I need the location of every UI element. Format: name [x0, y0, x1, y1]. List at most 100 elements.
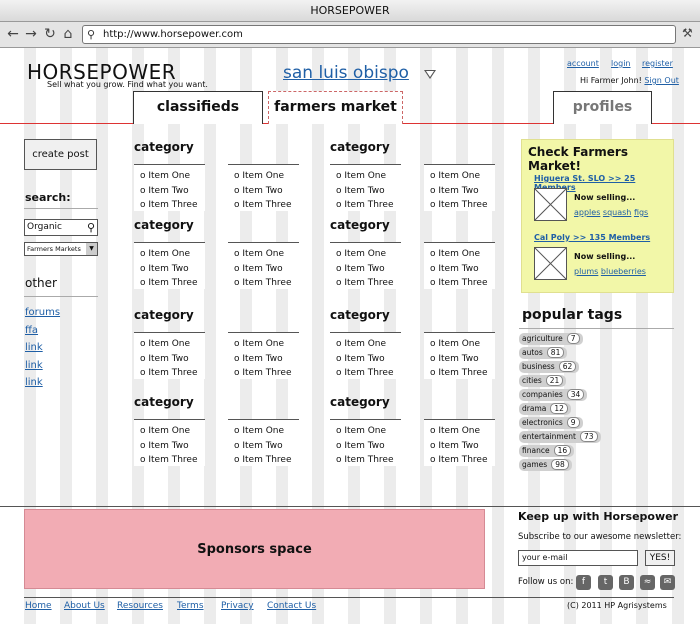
category-heading[interactable]: category	[330, 218, 390, 232]
list-item[interactable]: Item Two	[234, 439, 299, 454]
sidebar-link[interactable]: link	[25, 377, 43, 388]
register-link[interactable]: register	[642, 59, 673, 68]
category-heading[interactable]: category	[330, 308, 390, 322]
category-heading[interactable]: category	[134, 308, 194, 322]
product-link[interactable]: apples	[574, 208, 600, 217]
create-post-button[interactable]: create post	[24, 139, 97, 170]
list-item[interactable]: Item One	[430, 424, 495, 439]
list-item[interactable]: Item Three	[140, 276, 205, 291]
url-bar[interactable]: ⚲ http://www.horsepower.com	[82, 25, 676, 44]
list-item[interactable]: Item Two	[430, 184, 495, 199]
home-icon[interactable]: ⌂	[61, 26, 75, 42]
subscribe-button[interactable]: YES!	[645, 550, 675, 566]
list-item[interactable]: Item One	[234, 169, 299, 184]
footer-link-resources[interactable]: Resources	[117, 601, 163, 611]
tag-item[interactable]: drama 12	[519, 403, 571, 415]
list-item[interactable]: Item Two	[336, 352, 401, 367]
twitter-icon[interactable]: t	[598, 575, 613, 590]
back-icon[interactable]: ←	[6, 26, 20, 42]
list-item[interactable]: Item Two	[430, 262, 495, 277]
dropdown-arrow-icon[interactable]	[424, 70, 436, 79]
tag-item[interactable]: business 62	[519, 361, 580, 373]
account-link[interactable]: account	[567, 59, 599, 68]
list-item[interactable]: Item Three	[430, 453, 495, 468]
list-item[interactable]: Item One	[336, 247, 401, 262]
list-item[interactable]: Item Three	[336, 366, 401, 381]
list-item[interactable]: Item Two	[336, 262, 401, 277]
list-item[interactable]: Item Three	[430, 366, 495, 381]
tag-item[interactable]: finance 16	[519, 445, 575, 457]
list-item[interactable]: Item Three	[140, 366, 205, 381]
list-item[interactable]: Item Two	[234, 184, 299, 199]
login-link[interactable]: login	[611, 59, 631, 68]
footer-link-about[interactable]: About Us	[64, 601, 105, 611]
list-item[interactable]: Item Two	[140, 262, 205, 277]
tag-item[interactable]: games 98	[519, 459, 572, 471]
list-item[interactable]: Item Two	[234, 352, 299, 367]
list-item[interactable]: Item One	[336, 424, 401, 439]
list-item[interactable]: Item Three	[234, 198, 299, 213]
rss-icon[interactable]: ≈	[640, 575, 655, 590]
list-item[interactable]: Item Three	[234, 453, 299, 468]
list-item[interactable]: Item Three	[234, 276, 299, 291]
sidebar-link[interactable]: link	[25, 360, 43, 371]
list-item[interactable]: Item One	[234, 337, 299, 352]
search-input[interactable]: Organic ⚲	[24, 219, 98, 236]
footer-link-home[interactable]: Home	[25, 601, 52, 611]
list-item[interactable]: Item One	[140, 169, 205, 184]
list-item[interactable]: Item Three	[234, 366, 299, 381]
sidebar-link-forums[interactable]: forums	[25, 307, 60, 318]
footer-link-contact[interactable]: Contact Us	[267, 601, 316, 611]
tag-item[interactable]: agriculture 7	[519, 333, 583, 345]
category-heading[interactable]: category	[134, 218, 194, 232]
list-item[interactable]: Item One	[234, 247, 299, 262]
tab-profiles[interactable]: profiles	[553, 91, 652, 124]
facebook-icon[interactable]: f	[576, 575, 591, 590]
list-item[interactable]: Item One	[234, 424, 299, 439]
list-item[interactable]: Item One	[430, 247, 495, 262]
list-item[interactable]: Item Three	[336, 198, 401, 213]
blogger-icon[interactable]: B	[619, 575, 634, 590]
sidebar-link[interactable]: link	[25, 342, 43, 353]
category-heading[interactable]: category	[134, 395, 194, 409]
list-item[interactable]: Item Three	[140, 198, 205, 213]
category-heading[interactable]: category	[134, 140, 194, 154]
list-item[interactable]: Item Two	[430, 352, 495, 367]
market-link[interactable]: Cal Poly >> 135 Members	[534, 233, 650, 242]
email-field[interactable]: your e-mail	[518, 550, 638, 566]
tab-farmers-market[interactable]: farmers market	[268, 91, 403, 124]
tag-item[interactable]: entertainment 73	[519, 431, 601, 443]
list-item[interactable]: Item One	[336, 337, 401, 352]
product-link[interactable]: figs	[634, 208, 648, 217]
product-link[interactable]: squash	[603, 208, 631, 217]
tag-item[interactable]: companies 34	[519, 389, 588, 401]
list-item[interactable]: Item One	[140, 337, 205, 352]
list-item[interactable]: Item One	[140, 424, 205, 439]
email-icon[interactable]: ✉	[660, 575, 675, 590]
signout-link[interactable]: Sign Out	[644, 76, 679, 85]
list-item[interactable]: Item One	[336, 169, 401, 184]
search-icon[interactable]: ⚲	[87, 220, 95, 235]
list-item[interactable]: Item Three	[140, 453, 205, 468]
list-item[interactable]: Item Two	[430, 439, 495, 454]
tab-classifieds[interactable]: classifieds	[133, 91, 263, 124]
footer-link-terms[interactable]: Terms	[177, 601, 204, 611]
category-heading[interactable]: category	[330, 395, 390, 409]
list-item[interactable]: Item Two	[140, 184, 205, 199]
sidebar-link-ffa[interactable]: ffa	[25, 325, 38, 336]
list-item[interactable]: Item Two	[234, 262, 299, 277]
list-item[interactable]: Item Two	[140, 352, 205, 367]
list-item[interactable]: Item One	[140, 247, 205, 262]
list-item[interactable]: Item Three	[430, 276, 495, 291]
city-selector[interactable]: san luis obispo	[283, 63, 409, 83]
list-item[interactable]: Item One	[430, 169, 495, 184]
category-heading[interactable]: category	[330, 140, 390, 154]
list-item[interactable]: Item Two	[336, 184, 401, 199]
market-select[interactable]: Farmers Markets ▼	[24, 242, 98, 256]
footer-link-privacy[interactable]: Privacy	[221, 601, 254, 611]
reload-icon[interactable]: ↻	[43, 26, 57, 42]
tag-item[interactable]: autos 81	[519, 347, 568, 359]
list-item[interactable]: Item Two	[140, 439, 205, 454]
list-item[interactable]: Item Three	[430, 198, 495, 213]
wrench-icon[interactable]: ⚒	[682, 26, 693, 40]
